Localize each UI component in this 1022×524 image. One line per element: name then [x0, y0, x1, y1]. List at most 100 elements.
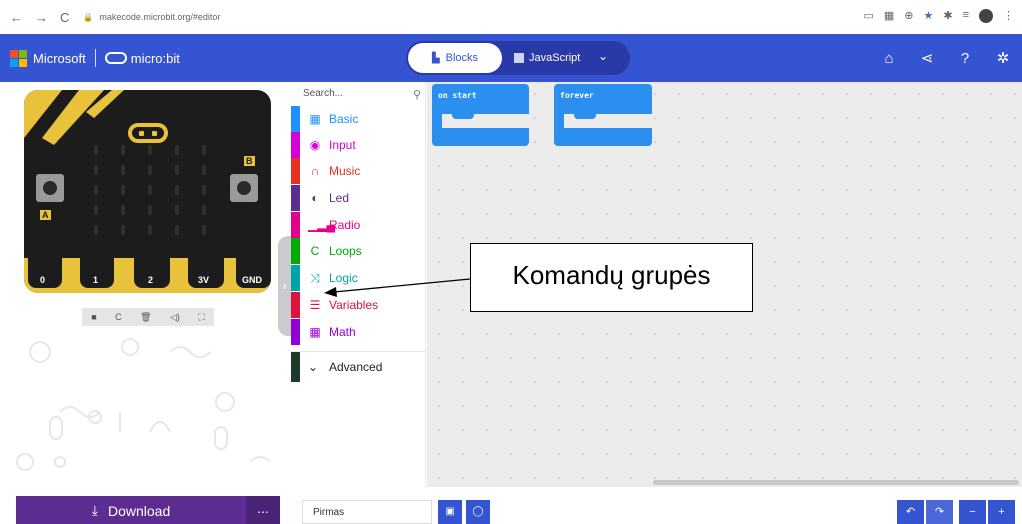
- category-logic[interactable]: ⤨ Logic: [291, 265, 426, 291]
- gear-icon[interactable]: ✲: [984, 49, 1022, 67]
- block-forever[interactable]: forever: [554, 84, 652, 146]
- category-label: Loops: [329, 244, 362, 258]
- category-variables[interactable]: ☰ Variables: [291, 292, 426, 318]
- download-button[interactable]: ⤓ Download: [16, 496, 246, 524]
- button-b-label: B: [244, 156, 255, 166]
- block-label: on start: [438, 91, 477, 100]
- tab-blocks[interactable]: ▙ Blocks: [408, 43, 502, 73]
- category-label: Math: [329, 325, 356, 339]
- microsoft-logo-icon[interactable]: [10, 49, 27, 67]
- block-on-start[interactable]: on start: [432, 84, 529, 146]
- category-label: Radio: [329, 218, 361, 232]
- simulator-panel: A B 0 1 2 3V GND ■ C 🗑 ◁) ⛶: [0, 82, 290, 487]
- debug-icon[interactable]: 🗑: [140, 312, 151, 323]
- undo-icon[interactable]: ↶: [897, 500, 924, 524]
- address-bar[interactable]: 🔒 makecode.microbit.org/#editor: [83, 12, 220, 22]
- tab-blocks-label: Blocks: [445, 52, 479, 64]
- category-basic[interactable]: ▦ Basic: [291, 106, 426, 132]
- restart-icon[interactable]: C: [115, 312, 122, 322]
- target-icon: ◉: [309, 138, 321, 152]
- pin-label: 1: [93, 275, 99, 285]
- project-name-input[interactable]: Pirmas: [302, 500, 432, 524]
- github-icon[interactable]: ◯: [466, 500, 490, 524]
- lock-icon: 🔒: [83, 12, 94, 22]
- category-label: Led: [329, 191, 350, 205]
- category-label: Basic: [329, 112, 359, 126]
- app-header: Microsoft micro:bit ▙ Blocks JavaScript …: [0, 34, 1022, 82]
- forward-icon[interactable]: →: [35, 10, 48, 25]
- pin-label: 2: [148, 275, 154, 285]
- annotation-callout: Komandų grupės: [470, 243, 753, 312]
- zoom-in-icon[interactable]: +: [988, 500, 1015, 524]
- category-loops[interactable]: C Loops: [291, 238, 426, 264]
- stop-icon[interactable]: ■: [91, 312, 96, 322]
- button-a-label: A: [40, 210, 51, 220]
- tab-javascript[interactable]: JavaScript: [514, 43, 580, 73]
- horizontal-scrollbar[interactable]: [653, 480, 1019, 485]
- reload-icon[interactable]: C: [60, 10, 69, 25]
- collapse-simulator-button[interactable]: ‹: [278, 236, 292, 336]
- brand-label[interactable]: Microsoft: [33, 51, 86, 66]
- home-icon[interactable]: ⌂: [870, 50, 908, 67]
- blocks-icon: ▙: [431, 52, 440, 64]
- reading-list-icon[interactable]: ≡: [963, 9, 969, 23]
- screen: ← → C 🔒 makecode.microbit.org/#editor ▭ …: [0, 0, 1022, 524]
- fullscreen-icon[interactable]: ⛶: [198, 312, 204, 323]
- bottom-bar: ⤓ Download ... Pirmas ▣ ◯ ↶ ↷ − +: [0, 487, 1022, 524]
- lines-icon: ☰: [309, 298, 321, 312]
- loop-icon: C: [310, 244, 320, 258]
- cast-icon[interactable]: ▭: [863, 9, 873, 23]
- save-icon[interactable]: ▣: [438, 500, 462, 524]
- chevron-down-icon: ⌄: [308, 359, 319, 374]
- url-text: makecode.microbit.org/#editor: [99, 12, 221, 22]
- annotation-text: Komandų grupės: [512, 260, 711, 290]
- category-label: Logic: [329, 271, 358, 285]
- bookmark-star-icon[interactable]: ★: [923, 9, 933, 23]
- avatar[interactable]: [979, 9, 993, 23]
- pin-label: 3V: [198, 275, 210, 285]
- microbit-board[interactable]: A B 0 1 2 3V GND: [24, 90, 271, 293]
- qr-icon[interactable]: ▦: [884, 9, 894, 23]
- category-led[interactable]: ◐ Led: [291, 185, 426, 211]
- chevron-left-icon: ‹: [283, 279, 287, 293]
- search-icon[interactable]: ⚲: [413, 88, 421, 101]
- zoom-out-icon[interactable]: −: [959, 500, 986, 524]
- pin-label: 0: [40, 275, 46, 285]
- back-icon[interactable]: ←: [10, 10, 23, 25]
- browser-toolbar: ← → C 🔒 makecode.microbit.org/#editor ▭ …: [0, 0, 1022, 34]
- kebab-menu-icon[interactable]: ⋮: [1003, 9, 1014, 23]
- share-icon[interactable]: ⋖: [908, 49, 946, 67]
- category-label: Music: [329, 164, 361, 178]
- category-music[interactable]: ∩ Music: [291, 158, 426, 184]
- install-icon[interactable]: ⊕: [904, 9, 913, 23]
- calculator-icon: ▦: [309, 325, 321, 339]
- editor-toggle: ▙ Blocks JavaScript ⌄: [406, 41, 630, 75]
- category-math[interactable]: ▦ Math: [291, 319, 426, 345]
- help-icon[interactable]: ?: [946, 50, 984, 67]
- category-radio[interactable]: ▁▂▄ Radio: [291, 212, 426, 238]
- chevron-down-icon[interactable]: ⌄: [598, 49, 608, 63]
- download-icon: ⤓: [91, 502, 98, 518]
- microbit-logo[interactable]: micro:bit: [104, 51, 180, 66]
- toolbox: Search... ⚲ ▦ Basic ◉ Input ∩ Music ◐ Le…: [291, 82, 426, 487]
- microbit-logo-icon[interactable]: [128, 123, 168, 143]
- category-label: Variables: [329, 298, 379, 312]
- button-a[interactable]: [36, 174, 64, 202]
- mute-icon[interactable]: ◁): [170, 312, 180, 323]
- puzzle-icon[interactable]: ✱: [943, 9, 952, 23]
- block-label: forever: [560, 91, 594, 100]
- more-options-button[interactable]: ...: [246, 496, 280, 524]
- signal-icon: ▁▂▄: [308, 218, 335, 232]
- shuffle-icon: ⤨: [310, 270, 320, 285]
- toolbox-search-input[interactable]: Search... ⚲: [303, 88, 421, 104]
- grid-icon: ▦: [309, 112, 321, 126]
- category-advanced[interactable]: ⌄ Advanced: [291, 351, 426, 382]
- header-actions: ⌂ ⋖ ? ✲: [870, 34, 1022, 82]
- redo-icon[interactable]: ↷: [926, 500, 953, 524]
- microbit-logo-icon: [104, 52, 127, 64]
- toggle-icon: ◐: [311, 191, 319, 205]
- category-input[interactable]: ◉ Input: [291, 132, 426, 158]
- button-b[interactable]: [230, 174, 258, 202]
- javascript-icon: [514, 53, 524, 63]
- pin-label: GND: [242, 275, 262, 285]
